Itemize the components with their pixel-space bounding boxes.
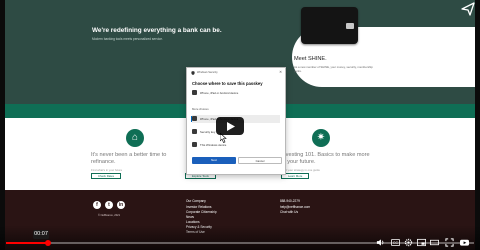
card-chip-icon bbox=[346, 23, 354, 29]
progress-fill bbox=[6, 242, 49, 244]
option-label: Security key bbox=[200, 129, 216, 134]
feature-text: Find what's in your future bbox=[91, 168, 123, 172]
captions-icon[interactable]: CC bbox=[391, 238, 400, 247]
credit-card-image bbox=[301, 7, 358, 44]
hero-title: We're redefining everything a bank can b… bbox=[92, 27, 222, 34]
cancel-button[interactable]: Cancel bbox=[238, 157, 282, 164]
dialog-titlebar: Windows Security bbox=[191, 71, 218, 75]
footer-email[interactable]: help@neffhance.com bbox=[280, 205, 310, 209]
settings-gear-icon[interactable] bbox=[404, 238, 413, 247]
footer-link[interactable]: Corporate Citizenship bbox=[186, 210, 217, 214]
feature-title-line2: of your future. bbox=[281, 159, 316, 165]
facebook-icon[interactable]: f bbox=[93, 201, 101, 209]
theater-mode-icon[interactable] bbox=[430, 238, 439, 247]
dialog-window-title: Windows Security bbox=[197, 71, 218, 74]
footer-phone[interactable]: 888-940-2279 bbox=[280, 199, 300, 203]
volume-icon[interactable] bbox=[376, 238, 385, 247]
footer-link[interactable]: Locations bbox=[186, 220, 200, 224]
footer-link[interactable]: Our Company bbox=[186, 199, 206, 203]
shield-icon bbox=[191, 71, 195, 75]
usb-key-icon bbox=[192, 129, 197, 134]
play-icon bbox=[227, 122, 235, 131]
play-button[interactable] bbox=[216, 117, 244, 135]
close-icon[interactable]: ✕ bbox=[279, 70, 282, 74]
time-tooltip: 00:07 bbox=[33, 230, 49, 239]
more-choices-label: More choices bbox=[192, 107, 209, 111]
check-rates-button[interactable]: Check Rates bbox=[91, 173, 122, 179]
footer-link[interactable]: News bbox=[186, 215, 194, 219]
miniplayer-icon[interactable] bbox=[417, 238, 426, 247]
hero-subtitle: Modern banking tools meets personalized … bbox=[92, 37, 163, 41]
footer-link[interactable]: Investor Relations bbox=[186, 205, 212, 209]
video-player[interactable]: We're redefining everything a bank can b… bbox=[0, 0, 480, 250]
option-windows-device[interactable]: This Windows device bbox=[192, 141, 280, 149]
next-button[interactable]: Next bbox=[192, 157, 236, 164]
feature-text: Start your strategy in one guide bbox=[281, 168, 320, 172]
feature-title-line1: It's never been a better time to bbox=[91, 152, 167, 158]
youtube-logo-icon[interactable] bbox=[460, 238, 469, 247]
dialog-heading: Choose where to save this passkey bbox=[192, 81, 263, 86]
copyright-text: © NeffHance, 2021 bbox=[98, 214, 121, 217]
option-label: This Windows device bbox=[200, 142, 227, 147]
option-label: iPhone, iPad or Android device bbox=[200, 90, 239, 95]
windows-device-icon bbox=[192, 142, 197, 147]
fullscreen-icon[interactable] bbox=[445, 238, 454, 247]
panel-title: Meet SHINE. bbox=[294, 56, 327, 62]
option-phone[interactable]: iPhone, iPad or Android device bbox=[192, 89, 280, 97]
linkedin-icon[interactable]: in bbox=[117, 201, 125, 209]
share-icon[interactable] bbox=[460, 1, 476, 17]
feature-title-line1: Investing 101. Basics to make more bbox=[281, 152, 370, 158]
lightbulb-icon: ✷ bbox=[312, 129, 330, 147]
footer-chat-link[interactable]: Chat with Us bbox=[280, 210, 298, 214]
twitter-icon[interactable]: t bbox=[105, 201, 113, 209]
svg-text:CC: CC bbox=[393, 241, 399, 245]
phone-icon bbox=[192, 116, 197, 121]
panel-text: As a new member of SHINE, your money, se… bbox=[294, 65, 373, 73]
feature-title-line2: refinance. bbox=[91, 159, 116, 165]
home-icon: ⌂ bbox=[126, 129, 144, 147]
phone-icon bbox=[192, 90, 197, 95]
